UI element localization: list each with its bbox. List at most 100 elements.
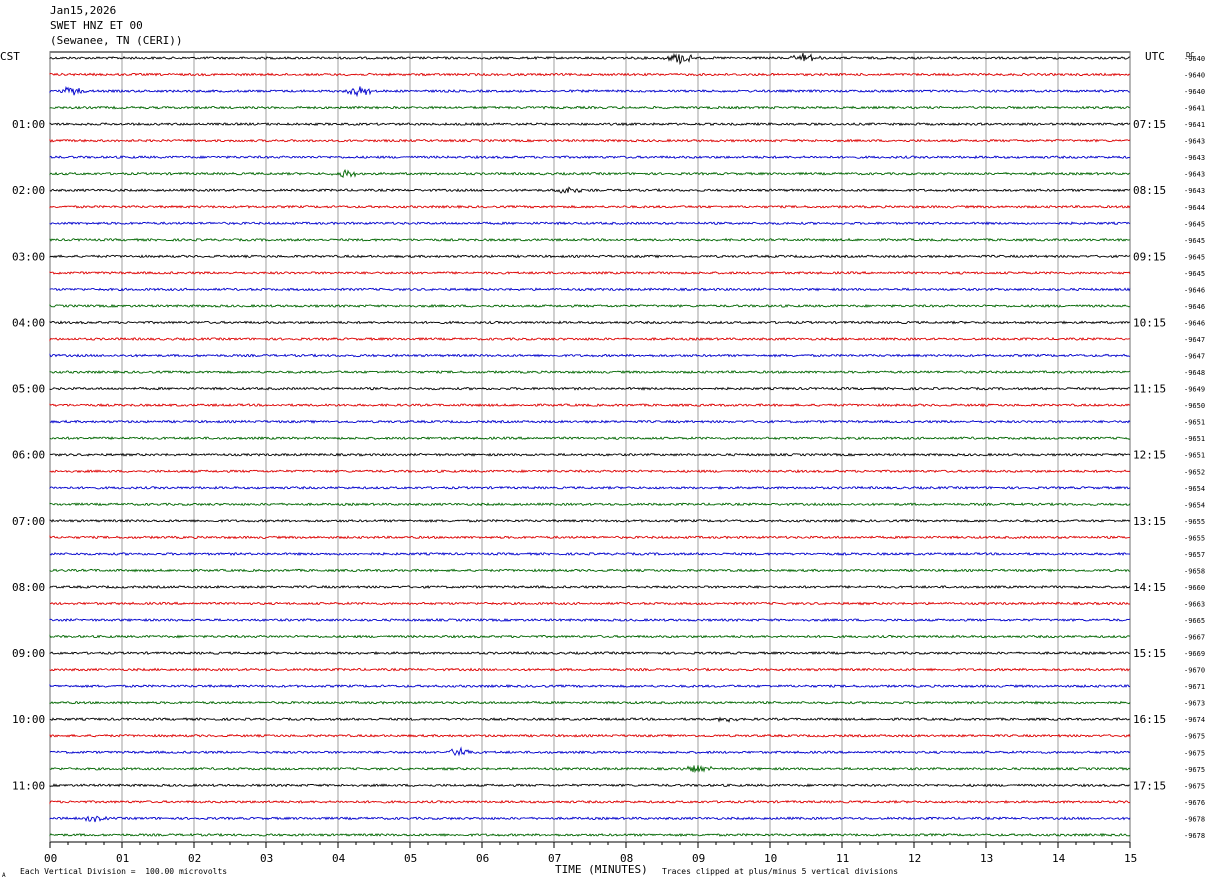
dc-offset-label: -9654 [1184, 501, 1205, 509]
trace-line [49, 764, 1131, 774]
trace-line [49, 452, 1131, 457]
labels: 00 01 02 03 04 05 06 07 08 09 10 11 12 13 14 15-9640-96… [12, 55, 1205, 865]
trace-line [49, 270, 1131, 275]
x-tick-label: 09 [692, 852, 705, 865]
dc-offset-label: -9674 [1184, 716, 1205, 724]
dc-offset-label: -9675 [1184, 782, 1205, 790]
trace-line [49, 186, 1131, 194]
trace-line [49, 650, 1131, 656]
dc-offset-label: -9669 [1184, 650, 1205, 658]
dc-offset-label: -9641 [1184, 105, 1205, 113]
trace-line [49, 469, 1131, 474]
right-hour-label: 10:15 [1133, 316, 1166, 329]
left-timezone-label: CST [0, 50, 20, 63]
trace-line [49, 832, 1131, 838]
dc-offset-label: -9652 [1184, 468, 1205, 476]
trace-line [49, 617, 1131, 623]
trace-line [49, 403, 1131, 408]
dc-offset-label: -9647 [1184, 336, 1205, 344]
dc-label: DC [1186, 51, 1194, 59]
x-tick-label: 03 [260, 852, 273, 865]
dc-offset-label: -9645 [1184, 237, 1205, 245]
dc-offset-label: -9665 [1184, 617, 1205, 625]
dc-offset-label: -9643 [1184, 154, 1205, 162]
helicorder-plot: 00 01 02 03 04 05 06 07 08 09 10 11 12 13 14 15-9640-96… [0, 50, 1205, 876]
x-tick-label: 05 [404, 852, 417, 865]
right-hour-label: 09:15 [1133, 250, 1166, 263]
trace-line [49, 535, 1131, 540]
dc-offset-label: -9675 [1184, 733, 1205, 741]
dc-offset-label: -9671 [1184, 683, 1205, 691]
dc-offset-label: -9646 [1184, 303, 1205, 311]
trace-line [49, 518, 1131, 523]
trace-line [49, 336, 1130, 342]
x-tick-label: 04 [332, 852, 346, 865]
right-timezone-label: UTC [1145, 50, 1165, 63]
trace-line [49, 138, 1131, 143]
trace-line [49, 568, 1131, 573]
trace-line [49, 783, 1131, 788]
right-hour-label: 12:15 [1133, 449, 1166, 462]
traces [49, 52, 1131, 838]
dc-offset-label: -9676 [1184, 799, 1205, 807]
left-hour-label: 10:00 [12, 713, 45, 726]
dc-offset-label: -9649 [1184, 386, 1205, 394]
scale-note: Each Vertical Division = 100.00 microvol… [20, 867, 228, 876]
dc-offset-label: -9641 [1184, 121, 1205, 129]
corner-mark: A [2, 872, 6, 879]
left-hour-label: 02:00 [12, 184, 45, 197]
x-tick-label: 10 [764, 852, 777, 865]
dc-offset-label: -9660 [1184, 584, 1205, 592]
x-tick-label: 11 [836, 852, 849, 865]
dc-offset-label: -9675 [1184, 749, 1205, 757]
trace-line [49, 168, 1131, 179]
left-hour-label: 01:00 [12, 118, 45, 131]
trace-line [49, 320, 1131, 325]
dc-offset-label: -9651 [1184, 435, 1205, 443]
x-tick-label: 01 [116, 852, 129, 865]
trace-line [49, 105, 1131, 110]
right-hour-label: 08:15 [1133, 184, 1166, 197]
dc-offset-label: -9655 [1184, 534, 1205, 542]
trace-line [49, 370, 1131, 375]
dc-offset-label: -9678 [1184, 832, 1205, 840]
trace-line [49, 733, 1131, 738]
trace-line [49, 601, 1131, 606]
right-hour-label: 17:15 [1133, 779, 1166, 792]
trace-line [49, 237, 1131, 242]
trace-line [49, 303, 1131, 309]
left-hour-label: 08:00 [12, 581, 45, 594]
dc-offset-label: -9658 [1184, 567, 1205, 575]
right-hour-label: 13:15 [1133, 515, 1166, 528]
trace-line [49, 746, 1131, 757]
right-hour-label: 14:15 [1133, 581, 1166, 594]
trace-line [49, 716, 1131, 723]
trace-line [49, 204, 1131, 209]
x-tick-label: 12 [908, 852, 921, 865]
dc-offset-label: -9647 [1184, 353, 1205, 361]
trace-line [49, 86, 1130, 98]
x-tick-label: 15 [1124, 852, 1137, 865]
dc-offset-label: -9678 [1184, 815, 1205, 823]
right-hour-label: 15:15 [1133, 647, 1166, 660]
right-hour-label: 11:15 [1133, 383, 1166, 396]
trace-line [49, 700, 1131, 705]
left-hour-label: 03:00 [12, 250, 45, 263]
trace-line [49, 287, 1131, 292]
dc-offset-label: -9648 [1184, 369, 1205, 377]
left-hour-label: 04:00 [12, 316, 45, 329]
dc-offset-label: -9645 [1184, 220, 1205, 228]
trace-line [49, 52, 1131, 66]
x-tick-label: 14 [1052, 852, 1066, 865]
trace-line [49, 353, 1131, 358]
x-tick-label: 13 [980, 852, 993, 865]
dc-offset-label: -9645 [1184, 270, 1205, 278]
left-hour-label: 09:00 [12, 647, 45, 660]
left-hour-label: 11:00 [12, 779, 45, 792]
trace-line [49, 121, 1131, 127]
clip-note: Traces clipped at plus/minus 5 vertical … [662, 867, 899, 876]
dc-offset-label: -9673 [1184, 700, 1205, 708]
trace-line [49, 584, 1131, 590]
dc-offset-label: -9644 [1184, 204, 1205, 212]
right-hour-label: 07:15 [1133, 118, 1166, 131]
